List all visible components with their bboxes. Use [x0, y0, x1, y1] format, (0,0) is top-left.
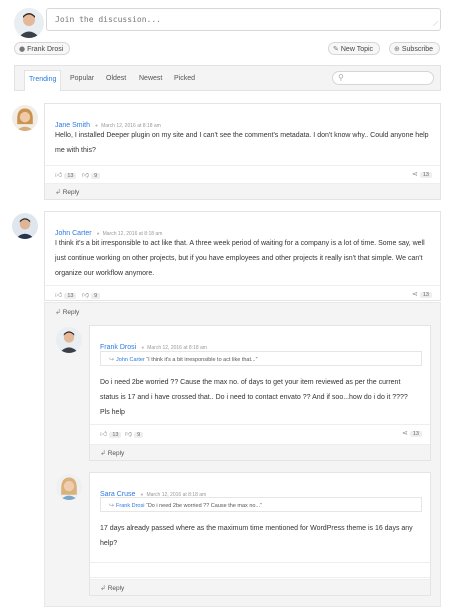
subscribe-label: Subscribe — [401, 46, 434, 53]
reply-card: Sara Cruse ● March 12, 2016 at 8:18 am ↪ Fr… — [89, 472, 431, 596]
avatar[interactable] — [12, 105, 38, 131]
comment-card: John Carter ● March 12, 2016 at 8:18 am I … — [44, 211, 441, 301]
current-user-avatar[interactable] — [14, 8, 44, 38]
reply-icon: ↲ — [55, 188, 61, 196]
comment-body: 17 days already passed where as the maxi… — [100, 525, 413, 547]
dislike-count: 9 — [91, 173, 101, 179]
reply-button[interactable]: ↲ Reply — [100, 449, 124, 457]
share-count: 13 — [419, 172, 432, 178]
share-button[interactable]: ⋖ 13 — [412, 170, 432, 178]
tab-oldest[interactable]: Oldest — [102, 70, 130, 91]
share-icon: ⋖ — [412, 170, 418, 178]
sort-tabs: Trending Popular Oldest Newest Picked ⚲ — [14, 65, 441, 91]
share-icon: ⋖ — [402, 429, 408, 437]
edit-icon: ✎ — [333, 45, 339, 53]
thumbs-down-icon: 👎︎ — [82, 171, 90, 179]
like-count: 13 — [109, 432, 122, 438]
share-icon: ⋖ — [412, 290, 418, 298]
share-count: 13 — [409, 431, 422, 437]
like-button[interactable]: 👍︎ 13 — [55, 290, 77, 299]
new-topic-button[interactable]: ✎ New Topic — [328, 42, 381, 55]
dislike-count: 9 — [91, 293, 101, 299]
comment-body: Hello, I installed Deeper plugin on my s… — [55, 132, 429, 154]
thumbs-up-icon: 👍︎ — [55, 291, 63, 299]
avatar[interactable] — [12, 213, 38, 239]
comment-actions: 👍︎ 13 👎︎ 9 ⋖ 13 — [90, 424, 430, 440]
comment-actions: 👍︎ 13 👎︎ 9 ⋖ 13 — [45, 285, 440, 301]
thumbs-up-icon: 👍︎ — [55, 171, 63, 179]
quoted-comment[interactable]: ↪ John Carter “I think it's a bit irrespo… — [100, 351, 422, 366]
avatar[interactable] — [56, 327, 82, 353]
current-user-button[interactable]: ● Frank Drosi — [14, 42, 71, 55]
dislike-button[interactable]: 👎︎ 9 — [125, 429, 144, 438]
reply-arrow-icon: ↪ — [109, 502, 115, 509]
reply-arrow-icon: ↪ — [109, 356, 115, 363]
user-icon: ● — [19, 45, 26, 53]
avatar[interactable] — [56, 474, 82, 500]
reply-button[interactable]: ↲ Reply — [55, 308, 79, 316]
reply-icon: ↲ — [100, 449, 106, 457]
share-button[interactable]: ⋖ 13 — [402, 429, 422, 437]
resize-handle-icon[interactable]: ⟋ — [433, 20, 438, 29]
like-button[interactable]: 👍︎ 13 — [100, 429, 122, 438]
tab-trending[interactable]: Trending — [24, 70, 62, 91]
tab-newest[interactable]: Newest — [135, 70, 166, 91]
subscribe-button[interactable]: ⊕ Subscribe — [389, 42, 441, 55]
reply-icon: ↲ — [55, 308, 61, 316]
like-count: 13 — [64, 173, 77, 179]
reply-bar — [90, 562, 430, 578]
thumbs-down-icon: 👎︎ — [82, 291, 90, 299]
dislike-button[interactable]: 👎︎ 9 — [82, 170, 101, 179]
share-count: 13 — [419, 292, 432, 298]
current-user-name: Frank Drosi — [27, 46, 64, 53]
reply-bar: ↲ Reply — [45, 183, 440, 199]
comment-input-placeholder: Join the discussion... — [55, 15, 161, 24]
thumbs-up-icon: 👍︎ — [100, 430, 108, 438]
thumbs-down-icon: 👎︎ — [125, 430, 133, 438]
quoted-text: “I think it's a bit irresponsible to act… — [146, 357, 258, 363]
tab-picked[interactable]: Picked — [170, 70, 199, 91]
reply-label: Reply — [107, 585, 125, 592]
dislike-button[interactable]: 👎︎ 9 — [82, 290, 101, 299]
reply-bar: ↲ Reply — [90, 579, 430, 595]
quoted-author: Frank Drosi — [116, 503, 145, 509]
quoted-text: “Do i need 2be worried ?? Cause the max … — [145, 503, 262, 509]
reply-button[interactable]: ↲ Reply — [100, 584, 124, 592]
comment-actions: 👍︎ 13 👎︎ 9 ⋖ 13 — [45, 165, 440, 181]
comment-card: Jane Smith ● March 12, 2016 at 8:18 am Hel… — [44, 103, 441, 200]
reply-label: Reply — [62, 309, 80, 316]
like-count: 13 — [64, 293, 77, 299]
new-topic-label: New Topic — [340, 46, 374, 53]
plus-icon: ⊕ — [394, 45, 400, 53]
like-button[interactable]: 👍︎ 13 — [55, 170, 77, 179]
tab-popular[interactable]: Popular — [66, 70, 98, 91]
reply-bar: ↲ Reply — [90, 444, 430, 460]
comment-input[interactable]: Join the discussion... ⟋ — [46, 8, 441, 31]
share-button[interactable]: ⋖ 13 — [412, 290, 432, 298]
reply-label: Reply — [107, 450, 125, 457]
dislike-count: 9 — [134, 432, 144, 438]
comment-body: I think it's a bit irresponsible to act … — [55, 240, 425, 277]
quoted-comment[interactable]: ↪ Frank Drosi “Do i need 2be worried ?? C… — [100, 497, 422, 512]
comment-body: Do i need 2be worried ?? Cause the max n… — [100, 379, 408, 416]
reply-label: Reply — [62, 189, 80, 196]
reply-icon: ↲ — [100, 584, 106, 592]
reply-button[interactable]: ↲ Reply — [55, 188, 79, 196]
comment-author[interactable]: Frank Drosi — [100, 344, 136, 351]
reply-card: Frank Drosi ● March 12, 2016 at 8:18 am ↪ J… — [89, 325, 431, 461]
quoted-author: John Carter — [116, 357, 145, 363]
search-input[interactable]: ⚲ — [332, 71, 434, 85]
search-icon: ⚲ — [338, 73, 344, 82]
